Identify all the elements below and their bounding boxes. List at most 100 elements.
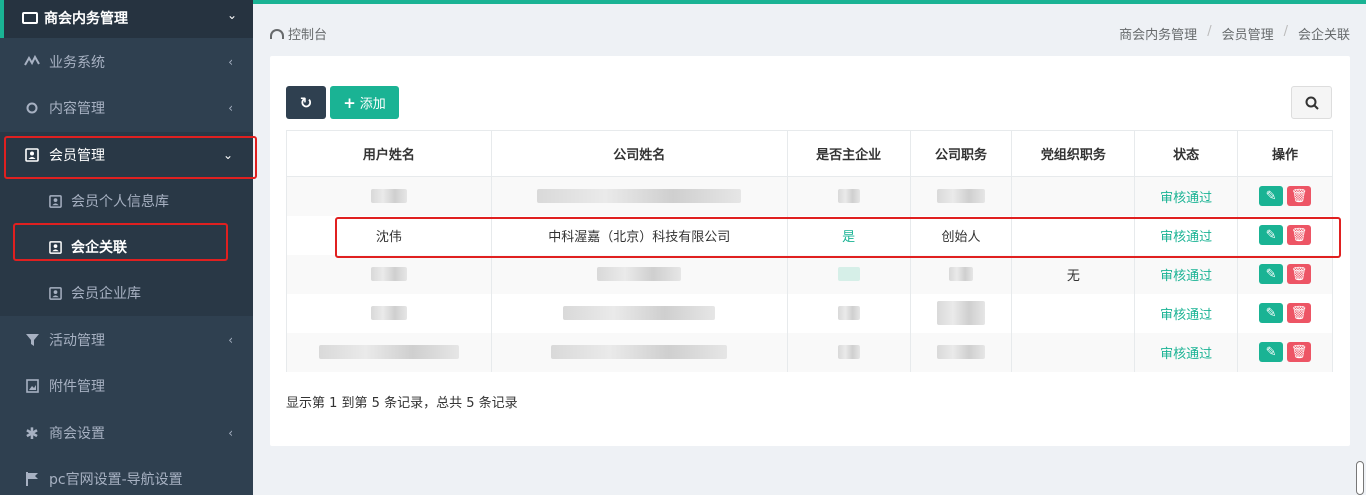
- breadcrumb-item: 会企关联: [1297, 28, 1350, 43]
- sidebar-top-item[interactable]: 商会内务管理 ⌄: [0, 0, 253, 38]
- breadcrumb-item[interactable]: 会员管理: [1222, 24, 1274, 43]
- trash-icon: 🗑: [1290, 305, 1308, 321]
- refresh-button[interactable]: ↻: [286, 86, 326, 119]
- top-accent-bar: [253, 0, 1366, 4]
- chevron-left-icon: ‹: [228, 101, 233, 115]
- asterisk-icon: ✱: [25, 423, 39, 443]
- redacted-text: [370, 189, 407, 204]
- sidebar-item-label: 业务系统: [49, 55, 105, 71]
- sidebar-item-activity[interactable]: 活动管理 ‹: [0, 317, 253, 363]
- sidebar-subitem-label: 会员企业库: [71, 286, 141, 302]
- chevron-left-icon: ‹: [228, 333, 233, 347]
- search-icon: [1305, 96, 1319, 110]
- chevron-left-icon: ‹: [228, 55, 233, 69]
- member-icon: [48, 286, 62, 300]
- sidebar-top-label: 商会内务管理: [44, 11, 128, 27]
- member-icon: [48, 194, 62, 208]
- breadcrumb-home[interactable]: 控制台: [270, 24, 327, 43]
- column-header[interactable]: 党组织职务: [1011, 130, 1136, 177]
- redacted-text: [936, 301, 985, 325]
- delete-button[interactable]: 🗑: [1287, 303, 1312, 323]
- breadcrumb: 商会内务管理 / 会员管理 / 会企关联: [1119, 24, 1350, 43]
- cell-status: 审核通过: [1134, 332, 1239, 372]
- pencil-icon: ✎: [1265, 344, 1277, 360]
- column-header[interactable]: 公司职务: [909, 130, 1013, 177]
- refresh-icon: ↻: [299, 93, 313, 112]
- breadcrumb-separator: /: [1207, 24, 1212, 39]
- delete-button[interactable]: 🗑: [1287, 264, 1312, 284]
- sidebar-item-label: 附件管理: [49, 379, 105, 395]
- redacted-text: [837, 306, 860, 320]
- edit-button[interactable]: ✎: [1259, 264, 1284, 284]
- chevron-down-icon: ⌄: [226, 8, 237, 22]
- cell-status: 审核通过: [1134, 254, 1239, 294]
- delete-button[interactable]: 🗑: [1287, 342, 1312, 362]
- redacted-text: [837, 345, 860, 359]
- chevron-left-icon: ‹: [228, 426, 233, 440]
- column-header[interactable]: 用户姓名: [286, 130, 492, 177]
- highlight-box: [335, 217, 1341, 258]
- sidebar-subitem-member-info[interactable]: 会员个人信息库: [0, 178, 253, 224]
- add-button-label: 添加: [359, 97, 386, 112]
- highlight-box: [13, 223, 228, 261]
- table-row: 审核通过 ✎ 🗑: [286, 332, 1333, 372]
- column-header[interactable]: 是否主企业: [786, 130, 911, 177]
- sidebar-item-content[interactable]: 内容管理 ‹: [0, 85, 253, 131]
- sidebar-item-business[interactable]: 业务系统 ‹: [0, 39, 253, 85]
- sidebar-item-label: 内容管理: [49, 101, 105, 117]
- breadcrumb-separator: /: [1283, 24, 1288, 39]
- sidebar-item-pc-nav[interactable]: pc官网设置-导航设置: [0, 456, 253, 495]
- redacted-text: [537, 189, 742, 204]
- sidebar-item-label: 商会设置: [49, 426, 105, 442]
- cell-party: [1011, 293, 1136, 333]
- edit-button[interactable]: ✎: [1259, 342, 1284, 362]
- trash-icon: 🗑: [1290, 344, 1308, 360]
- column-header[interactable]: 公司姓名: [490, 130, 788, 177]
- sidebar-subitem-company-db[interactable]: 会员企业库: [0, 270, 253, 316]
- redacted-text: [936, 189, 985, 204]
- sidebar-subitem-label: 会员个人信息库: [71, 194, 169, 210]
- sidebar-item-attachments[interactable]: 附件管理: [0, 363, 253, 409]
- redacted-text: [370, 306, 407, 320]
- business-icon: [24, 54, 40, 70]
- edit-button[interactable]: ✎: [1259, 186, 1284, 207]
- trash-icon: 🗑: [1290, 188, 1308, 204]
- cell-party: [1011, 176, 1136, 216]
- redacted-text: [370, 267, 407, 281]
- table-row: 审核通过 ✎ 🗑: [286, 176, 1333, 216]
- filter-icon: [24, 332, 40, 348]
- id-card-icon: [22, 12, 38, 24]
- delete-button[interactable]: 🗑: [1287, 186, 1312, 207]
- image-icon: [24, 378, 40, 394]
- search-button[interactable]: [1291, 86, 1332, 119]
- redacted-text: [318, 345, 459, 359]
- cell-party: 无: [1011, 254, 1136, 294]
- column-header[interactable]: 操作: [1237, 130, 1333, 177]
- table-row: 审核通过 ✎ 🗑: [286, 293, 1333, 333]
- redacted-text: [597, 267, 682, 281]
- table-header-row: 用户姓名 公司姓名 是否主企业 公司职务 党组织职务 状态 操作: [286, 130, 1333, 177]
- redacted-text: [936, 345, 985, 359]
- breadcrumb-home-label: 控制台: [288, 28, 328, 43]
- breadcrumb-item[interactable]: 商会内务管理: [1119, 24, 1197, 43]
- dashboard-icon: [270, 28, 284, 39]
- redacted-text: [837, 189, 860, 204]
- redacted-text: [837, 267, 860, 281]
- edit-button[interactable]: ✎: [1259, 303, 1284, 323]
- redacted-text: [563, 306, 716, 320]
- pagination-info: 显示第 1 到第 5 条记录，总共 5 条记录: [286, 396, 518, 411]
- redacted-text: [948, 267, 973, 281]
- circle-icon: [24, 100, 40, 116]
- column-header[interactable]: 状态: [1134, 130, 1239, 177]
- cell-status: 审核通过: [1134, 176, 1239, 216]
- trash-icon: 🗑: [1290, 266, 1308, 282]
- redacted-text: [551, 345, 728, 359]
- table-row: 无 审核通过 ✎ 🗑: [286, 254, 1333, 294]
- pencil-icon: ✎: [1265, 266, 1277, 282]
- sidebar-item-label: 活动管理: [49, 333, 105, 349]
- sidebar-item-settings[interactable]: ✱ 商会设置 ‹: [0, 410, 253, 456]
- sidebar: 商会内务管理 ⌄ 业务系统 ‹ 内容管理 ‹ 会员管理 ⌄ 会员个人信息库 会企…: [0, 0, 257, 495]
- add-button[interactable]: + 添加: [330, 86, 399, 119]
- flag-icon: [24, 471, 40, 487]
- scrollbar[interactable]: [1356, 461, 1364, 495]
